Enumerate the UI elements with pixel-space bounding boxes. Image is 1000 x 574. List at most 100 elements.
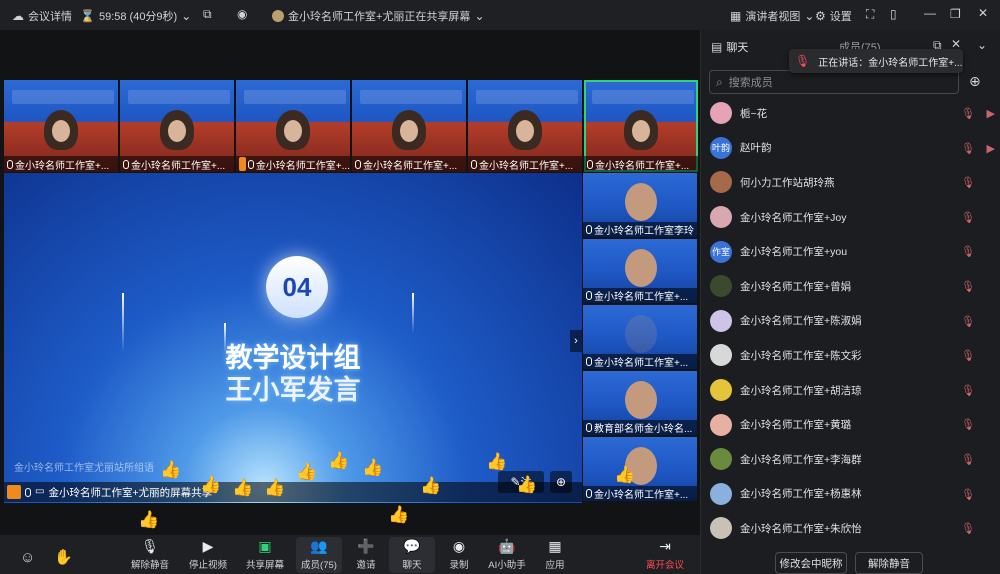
invite-button[interactable]: ➕ 邀请	[343, 539, 389, 571]
invite-member-icon[interactable]: ⊕	[969, 74, 981, 88]
video-tile[interactable]: 金小玲名师工作室+...	[120, 80, 234, 172]
close-icon[interactable]: ✕	[978, 7, 988, 19]
sharing-status-dropdown[interactable]: 金小玲名师工作室+尤丽正在共享屏幕 ⌄	[272, 8, 485, 24]
mic-muted-icon[interactable]: 🎙	[961, 384, 975, 397]
timer-dropdown[interactable]: ⌛ 59:58 (40分9秒) ⌄	[80, 8, 191, 24]
meeting-details-button[interactable]: ☁ 会议详情	[12, 8, 72, 24]
ai-assistant-button[interactable]: 🤖 AI小助手	[484, 539, 530, 571]
member-row[interactable]: 作室 金小玲名师工作室+you 🎙	[701, 234, 1000, 269]
fullscreen-icon[interactable]: ⛶	[866, 8, 874, 20]
mic-muted-icon[interactable]: 🎙	[961, 349, 975, 362]
mic-muted-icon[interactable]: 🎙	[961, 211, 975, 224]
settings-label: 设置	[829, 11, 852, 23]
members-button[interactable]: 👥 成员(75)	[296, 537, 342, 573]
settings-button[interactable]: ⚙ 设置	[815, 8, 852, 24]
thumbs-up-reaction-icon: 👍	[200, 475, 222, 494]
member-row[interactable]: 叶韵 赵叶韵 🎙 ▶	[701, 131, 1000, 166]
view-mode-button[interactable]: ▦ 演讲者视图 ⌄	[730, 8, 814, 24]
chevron-down-icon: ⌄	[181, 9, 192, 23]
sharing-status-text: 金小玲名师工作室+尤丽正在共享屏幕	[288, 11, 471, 23]
chevron-down-icon: ⌄	[804, 9, 815, 23]
stop-video-label: 停止视频	[188, 560, 227, 571]
tab-chat[interactable]: ▤ 聊天	[711, 39, 748, 55]
mic-muted-icon[interactable]: 🎙	[961, 522, 975, 535]
video-thumbnail-strip: 金小玲名师工作室+... 金小玲名师工作室+... 金小玲名师工作室+... 金…	[4, 80, 698, 172]
unmute-button[interactable]: 🎙 解除静音	[127, 539, 173, 571]
avatar	[710, 171, 732, 194]
mic-muted-icon[interactable]: 🎙	[961, 315, 975, 328]
video-tile[interactable]: 金小玲名师工作室+...	[583, 437, 697, 501]
speaking-text: 正在讲话：金小玲名师工作室+...	[818, 57, 963, 69]
avatar	[710, 517, 732, 540]
members-panel: ▤ 聊天 成员(75) ⧉ ✕ ⌄ ⌕ 搜索成员 ⊕ 🎙 正在讲话：金小玲名师工…	[700, 30, 1000, 574]
member-row[interactable]: 栀~花 🎙 ▶	[701, 96, 1000, 131]
thumbs-up-reaction-icon: 👍	[516, 475, 538, 494]
meeting-timer: 59:58 (40分9秒)	[98, 11, 178, 23]
apps-button[interactable]: ▦ 应用	[532, 539, 578, 571]
top-bar: ☁ 会议详情 ⌛ 59:58 (40分9秒) ⌄ ⧉ ◉ 金小玲名师工作室+尤丽…	[0, 0, 1000, 30]
member-row[interactable]: 金小玲名师工作室+陈文彩 🎙	[701, 338, 1000, 373]
mic-muted-icon[interactable]: 🎙	[961, 245, 975, 258]
emoji-icon[interactable]: ☺	[20, 550, 35, 565]
restore-icon[interactable]: ❐	[950, 8, 961, 20]
mic-muted-icon[interactable]: 🎙	[961, 418, 975, 431]
participant-name: 金小玲名师工作室+...	[479, 160, 574, 172]
video-tile[interactable]: 金小玲名师工作室+...	[236, 80, 350, 172]
view-mode-label: 演讲者视图	[745, 11, 801, 23]
member-row[interactable]: 金小玲名师工作室+胡洁琼 🎙	[701, 373, 1000, 408]
mic-icon	[586, 225, 592, 234]
member-row[interactable]: 金小玲名师工作室+陈淑娟 🎙	[701, 304, 1000, 339]
record-button[interactable]: ◉ 录制	[436, 539, 482, 571]
video-tile[interactable]: 金小玲名师工作室+...	[4, 80, 118, 172]
member-row[interactable]: 何小力工作站胡玲燕 🎙	[701, 165, 1000, 200]
member-list: 栀~花 🎙 ▶ 叶韵 赵叶韵 🎙 ▶ 何小力工作站胡玲燕 🎙 金小玲名师工作室+Joy 🎙 作室 金小玲…	[701, 96, 1000, 546]
member-row[interactable]: 金小玲名师工作室+Joy 🎙	[701, 200, 1000, 235]
meeting-details-label: 会议详情	[28, 11, 72, 23]
external-window-icon[interactable]: ⧉	[203, 8, 212, 20]
collapse-gallery-button[interactable]: ›	[570, 330, 582, 352]
mic-muted-icon[interactable]: 🎙	[961, 453, 975, 466]
member-row[interactable]: 金小玲名师工作室+黄璐 🎙	[701, 407, 1000, 442]
unmute-all-button[interactable]: 解除静音	[855, 552, 923, 574]
member-row[interactable]: 金小玲名师工作室+李海群 🎙	[701, 442, 1000, 477]
mic-muted-icon[interactable]: 🎙	[961, 176, 975, 189]
video-tile[interactable]: 金小玲名师工作室李玲	[583, 173, 697, 237]
ai-assistant-icon: 🤖	[498, 538, 516, 554]
stop-video-button[interactable]: ▶ 停止视频	[185, 539, 231, 571]
video-tile[interactable]: 金小玲名师工作室+...	[468, 80, 582, 172]
camera-off-icon[interactable]: ▶	[987, 142, 995, 155]
mic-muted-icon[interactable]: 🎙	[961, 142, 975, 155]
member-row[interactable]: 金小玲名师工作室+朱欣怡 🎙	[701, 511, 1000, 546]
layout-icon: ▦	[730, 9, 742, 23]
leave-meeting-button[interactable]: ⇥ 离开会议	[642, 539, 688, 571]
video-tile[interactable]: 金小玲名师工作室+...	[583, 239, 697, 303]
mic-muted-icon[interactable]: 🎙	[961, 488, 975, 501]
minimize-icon[interactable]: —	[924, 7, 936, 19]
video-tile-active-speaker[interactable]: 金小玲名师工作室+...	[584, 80, 698, 172]
rename-button[interactable]: 修改会中昵称	[775, 552, 847, 574]
chat-icon: 💬	[403, 538, 421, 554]
video-tile[interactable]: 教育部名师金小玲名...	[583, 371, 697, 435]
right-video-column: 金小玲名师工作室李玲 金小玲名师工作室+... 金小玲名师工作室+... 教育部…	[583, 173, 697, 501]
zoom-button[interactable]: ⊕	[550, 471, 572, 493]
member-row[interactable]: 金小玲名师工作室+曾娟 🎙	[701, 269, 1000, 304]
sidebar-toggle-icon[interactable]: ▯	[890, 8, 897, 20]
speaking-toast: 🎙 正在讲话：金小玲名师工作室+...	[789, 49, 963, 73]
unmute-all-label: 解除静音	[868, 557, 910, 570]
share-screen-button[interactable]: ▣ 共享屏幕	[242, 539, 288, 571]
avatar	[710, 206, 732, 229]
record-indicator-icon[interactable]: ◉	[237, 8, 247, 20]
member-name: 金小玲名师工作室+李海群	[740, 453, 862, 466]
chat-button[interactable]: 💬 聊天	[389, 537, 435, 573]
chevron-down-icon[interactable]: ⌄	[977, 39, 987, 51]
camera-off-icon[interactable]: ▶	[987, 107, 995, 120]
mic-muted-icon[interactable]: 🎙	[961, 280, 975, 293]
avatar	[710, 344, 732, 367]
mic-muted-icon[interactable]: 🎙	[961, 107, 975, 120]
video-tile[interactable]: 金小玲名师工作室+...	[583, 305, 697, 369]
avatar: 作室	[710, 240, 732, 263]
raise-hand-icon[interactable]: ✋	[54, 550, 73, 565]
video-tile[interactable]: 金小玲名师工作室+...	[352, 80, 466, 172]
member-row[interactable]: 金小玲名师工作室+杨惠林 🎙	[701, 477, 1000, 512]
member-search-field[interactable]: ⌕ 搜索成员	[709, 70, 959, 94]
